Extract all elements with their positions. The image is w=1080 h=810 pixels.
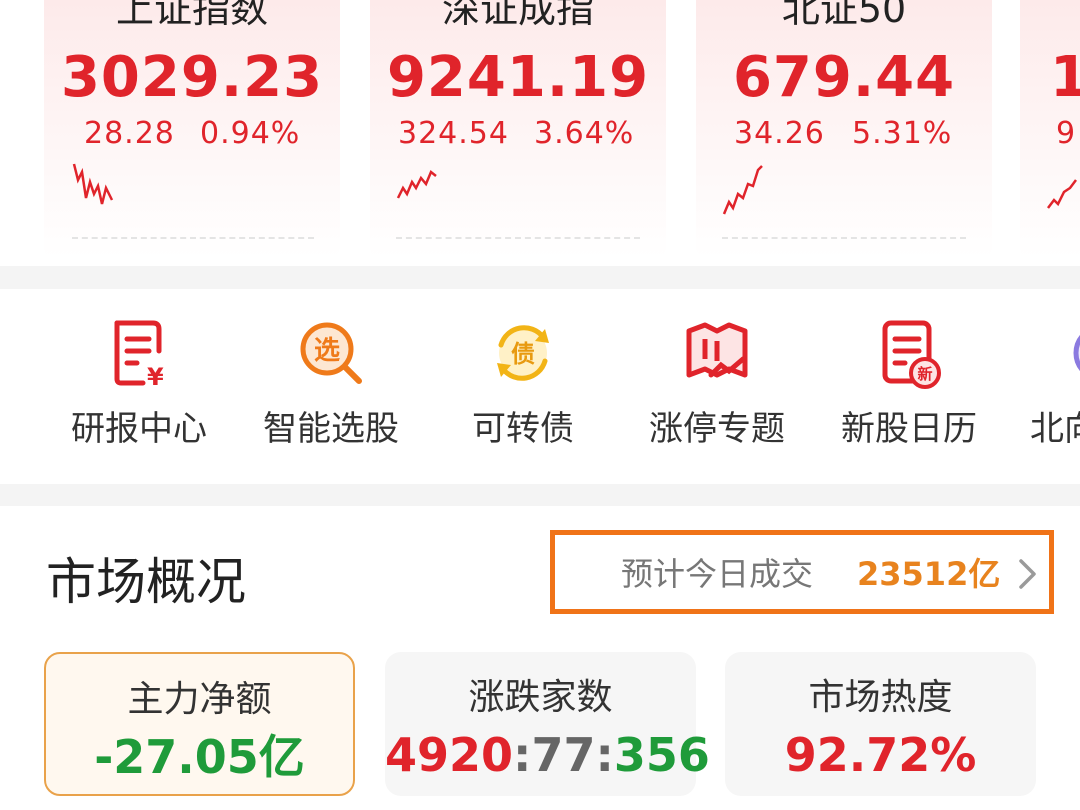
menu-label: 研报中心 — [71, 409, 207, 449]
stat-card-main-net[interactable]: 主力净额 -27.05亿 — [44, 652, 355, 796]
index-percent: 3.64% — [534, 116, 635, 151]
menu-limit-up[interactable]: 涨停专题 — [622, 289, 812, 484]
svg-text:新: 新 — [917, 365, 932, 383]
decliners-count: 356 — [613, 728, 710, 782]
northbound-icon — [1073, 334, 1080, 372]
flat-count: 77 — [531, 728, 596, 782]
divider — [722, 237, 966, 239]
separator: : — [513, 728, 532, 782]
index-name: 上证指数 — [115, 0, 268, 31]
sparkline-icon — [1047, 179, 1077, 209]
svg-text:¥: ¥ — [147, 363, 164, 389]
estimated-volume-link[interactable]: 预计今日成交 23512亿 — [550, 530, 1054, 614]
index-value: 679.44 — [732, 45, 956, 110]
menu-label: 新股日历 — [841, 409, 977, 449]
index-card-szse[interactable]: 深证成指 9241.19 324.54 3.64% — [370, 0, 666, 258]
index-card-sse[interactable]: 上证指数 3029.23 28.28 0.94% — [44, 0, 340, 258]
quick-menu: ¥ 研报中心 选 智能选股 债 可转债 涨停专题 新 新股日历 北 — [0, 289, 1080, 484]
divider — [72, 237, 314, 239]
index-percent: 0.94% — [200, 116, 301, 151]
index-change: 9 — [1056, 116, 1077, 151]
sparkline-icon — [396, 169, 437, 199]
menu-label: 可转债 — [472, 409, 574, 449]
index-change: 34.26 — [734, 116, 825, 151]
chevron-right-icon — [1019, 559, 1036, 589]
stat-label: 涨跌家数 — [468, 677, 613, 718]
stat-value: -27.05亿 — [94, 730, 305, 784]
index-card-bse50[interactable]: 北证50 679.44 34.26 5.31% — [696, 0, 992, 258]
menu-northbound[interactable]: 北向 — [1006, 289, 1080, 484]
index-change: 28.28 — [84, 116, 175, 151]
menu-label: 涨停专题 — [649, 409, 785, 449]
svg-text:债: 债 — [511, 340, 535, 368]
separator: : — [595, 728, 614, 782]
svg-text:选: 选 — [314, 336, 340, 366]
index-value: 9241.19 — [386, 45, 650, 110]
market-overview: 市场概况 预计今日成交 23512亿 主力净额 -27.05亿 涨跌家数 492… — [0, 506, 1080, 810]
menu-label: 智能选股 — [263, 409, 399, 449]
menu-stock-picker[interactable]: 选 智能选股 — [236, 289, 426, 484]
stat-value: 92.72% — [784, 728, 977, 782]
limit-up-icon — [686, 322, 748, 378]
menu-ipo-calendar[interactable]: 新 新股日历 — [814, 289, 1004, 484]
divider — [396, 237, 640, 239]
research-report-icon: ¥ — [114, 320, 164, 389]
advancers-count: 4920 — [385, 728, 514, 782]
sparkline-icon — [72, 163, 114, 205]
index-change: 324.54 — [398, 116, 509, 151]
sparkline-icon — [722, 165, 763, 215]
menu-convertible-bond[interactable]: 债 可转债 — [428, 289, 618, 484]
section-title: 市场概况 — [46, 553, 246, 611]
volume-value: 23512亿 — [857, 555, 1001, 593]
ipo-calendar-icon: 新 — [882, 320, 941, 389]
index-name: 北证50 — [781, 0, 907, 31]
menu-research-report[interactable]: ¥ 研报中心 — [44, 289, 234, 484]
stat-label: 市场热度 — [808, 677, 953, 718]
index-value: 1 — [1050, 45, 1080, 110]
index-strip: 上证指数 3029.23 28.28 0.94% 深证成指 9241.19 32… — [0, 0, 1080, 266]
convertible-bond-icon: 债 — [497, 325, 549, 381]
index-card-partial[interactable]: 1 9 — [1020, 0, 1080, 258]
menu-label: 北向 — [1030, 409, 1080, 449]
volume-label: 预计今日成交 — [621, 555, 814, 593]
advance-decline-values: 4920:77:356 — [385, 728, 710, 782]
stat-card-market-heat[interactable]: 市场热度 92.72% — [725, 652, 1036, 796]
index-name: 深证成指 — [441, 0, 594, 31]
index-value: 3029.23 — [60, 45, 324, 110]
stat-card-advance-decline[interactable]: 涨跌家数 4920:77:356 — [385, 652, 710, 796]
stock-picker-icon: 选 — [300, 322, 362, 384]
stat-label: 主力净额 — [127, 679, 272, 720]
index-percent: 5.31% — [852, 116, 953, 151]
